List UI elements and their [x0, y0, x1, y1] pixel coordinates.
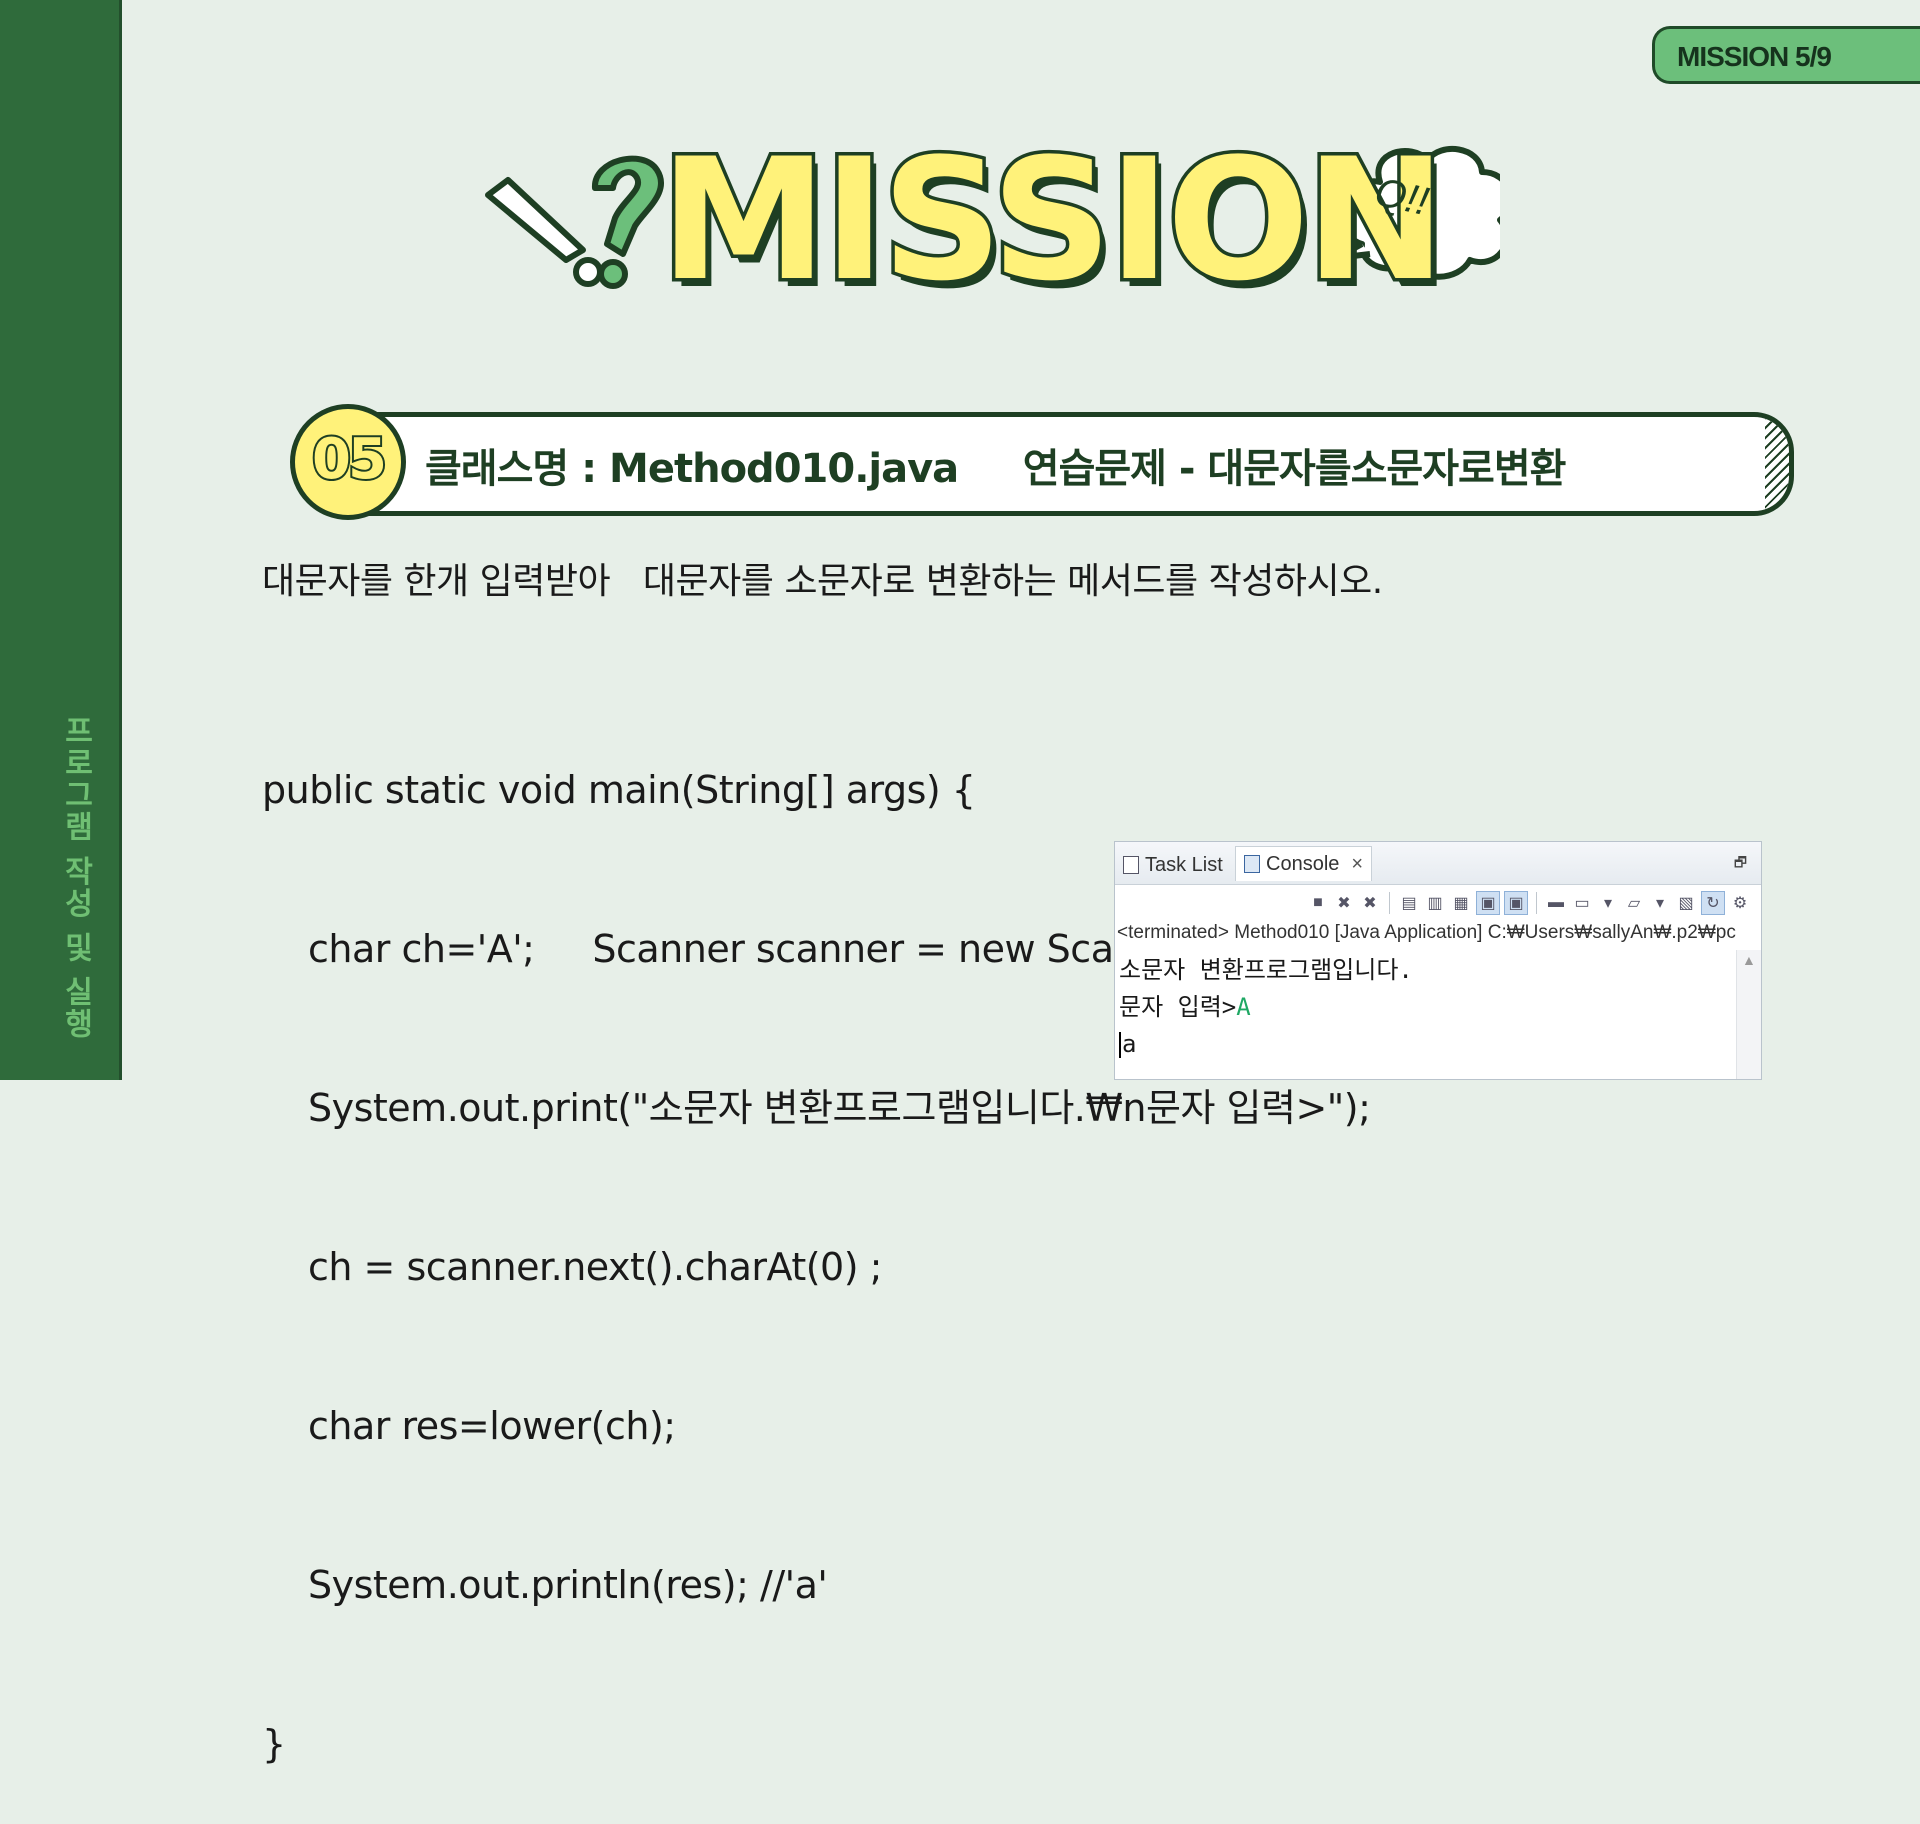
console-status-line: <terminated> Method010 [Java Application…	[1117, 922, 1736, 943]
console-toolbar: ■ ✖ ✖ ▤ ▥ ▦ ▣ ▣ ▬ ▭ ▾ ▱ ▾ ▧ ↻ ⚙	[1115, 884, 1761, 922]
code-block: public static void main(String[] args) {…	[262, 658, 1424, 1824]
mission-progress-label: MISSION 5/9	[1677, 41, 1832, 72]
tab-console-label: Console	[1266, 852, 1340, 875]
clear-console-icon[interactable]: ▤	[1398, 892, 1420, 914]
show-on-stdout-icon[interactable]: ▣	[1476, 891, 1500, 915]
task-list-icon	[1123, 856, 1139, 874]
word-wrap-icon[interactable]: ▦	[1450, 892, 1472, 914]
output-user-input: A	[1236, 993, 1251, 1021]
mission-progress-badge: MISSION 5/9	[1652, 26, 1920, 84]
remove-launch-icon[interactable]: ✖	[1333, 892, 1355, 914]
mission-title: MISSION	[656, 122, 1449, 318]
terminate-icon[interactable]: ■	[1307, 892, 1329, 914]
output-line-2: 문자 입력>A	[1119, 989, 1735, 1026]
show-on-stderr-icon[interactable]: ▣	[1504, 891, 1528, 915]
code-line: public static void main(String[] args) {	[262, 768, 976, 812]
toolbar-separator	[1389, 892, 1390, 914]
tab-task-list-label: Task List	[1145, 853, 1223, 876]
task-number: 05	[310, 425, 389, 494]
mission-title-banner: MISSION Q!!	[480, 130, 1500, 330]
open-console-dropdown-icon[interactable]: ▾	[1649, 892, 1671, 914]
exclamation-icon	[485, 177, 603, 287]
pin-console-icon[interactable]: ▬	[1545, 892, 1567, 914]
output-prompt: 문자 입력>	[1119, 993, 1237, 1021]
task-number-badge: 05	[290, 404, 406, 520]
restore-view-icon[interactable]: 🗗	[1734, 852, 1747, 876]
display-console-icon[interactable]: ▭	[1571, 892, 1593, 914]
link-icon[interactable]: ↻	[1701, 891, 1725, 915]
tab-console[interactable]: Console ×	[1235, 846, 1373, 881]
console-output[interactable]: 소문자 변환프로그램입니다. 문자 입력>A a	[1119, 952, 1735, 1079]
code-line: }	[262, 1722, 286, 1766]
question-mark-icon	[592, 155, 665, 289]
scroll-up-icon[interactable]: ▲	[1742, 952, 1756, 968]
code-line: char res=lower(ch);	[308, 1404, 676, 1448]
toolbar-separator	[1536, 892, 1537, 914]
output-line-3: a	[1119, 1026, 1735, 1063]
text-cursor	[1119, 1032, 1121, 1058]
task-description: 대문자를 한개 입력받아 대문자를 소문자로 변환하는 메서드를 작성하시오.	[262, 561, 1383, 602]
code-line: System.out.print("소문자 변환프로그램입니다.₩n문자 입력>…	[308, 1086, 1371, 1130]
output-result: a	[1122, 1030, 1137, 1058]
remove-all-terminated-icon[interactable]: ✖	[1359, 892, 1381, 914]
copy-icon[interactable]: ▧	[1675, 892, 1697, 914]
sidebar-divider	[119, 0, 122, 1080]
open-console-icon[interactable]: ▱	[1623, 892, 1645, 914]
console-scrollbar[interactable]: ▲	[1736, 950, 1761, 1079]
code-line: ch = scanner.next().charAt(0) ;	[308, 1245, 882, 1289]
code-line: System.out.println(res); //'a'	[308, 1563, 828, 1607]
eclipse-console-panel: Task List Console × 🗗 ■ ✖ ✖ ▤ ▥ ▦ ▣ ▣ ▬ …	[1114, 841, 1762, 1080]
hatch-decoration	[1765, 417, 1789, 511]
display-console-dropdown-icon[interactable]: ▾	[1597, 892, 1619, 914]
sidebar-vertical-label: 프로그램 작성 및 실행	[58, 715, 93, 1041]
console-icon	[1244, 855, 1260, 873]
output-line-1: 소문자 변환프로그램입니다.	[1119, 956, 1413, 984]
tab-task-list[interactable]: Task List	[1123, 848, 1223, 882]
settings-gear-icon[interactable]: ⚙	[1729, 892, 1751, 914]
scroll-lock-icon[interactable]: ▥	[1424, 892, 1446, 914]
task-heading: 클래스명 : Method010.java 연습문제 - 대문자를소문자로변환	[425, 446, 1566, 492]
close-icon[interactable]: ×	[1351, 853, 1363, 876]
console-tab-bar: Task List Console × 🗗	[1115, 842, 1761, 885]
